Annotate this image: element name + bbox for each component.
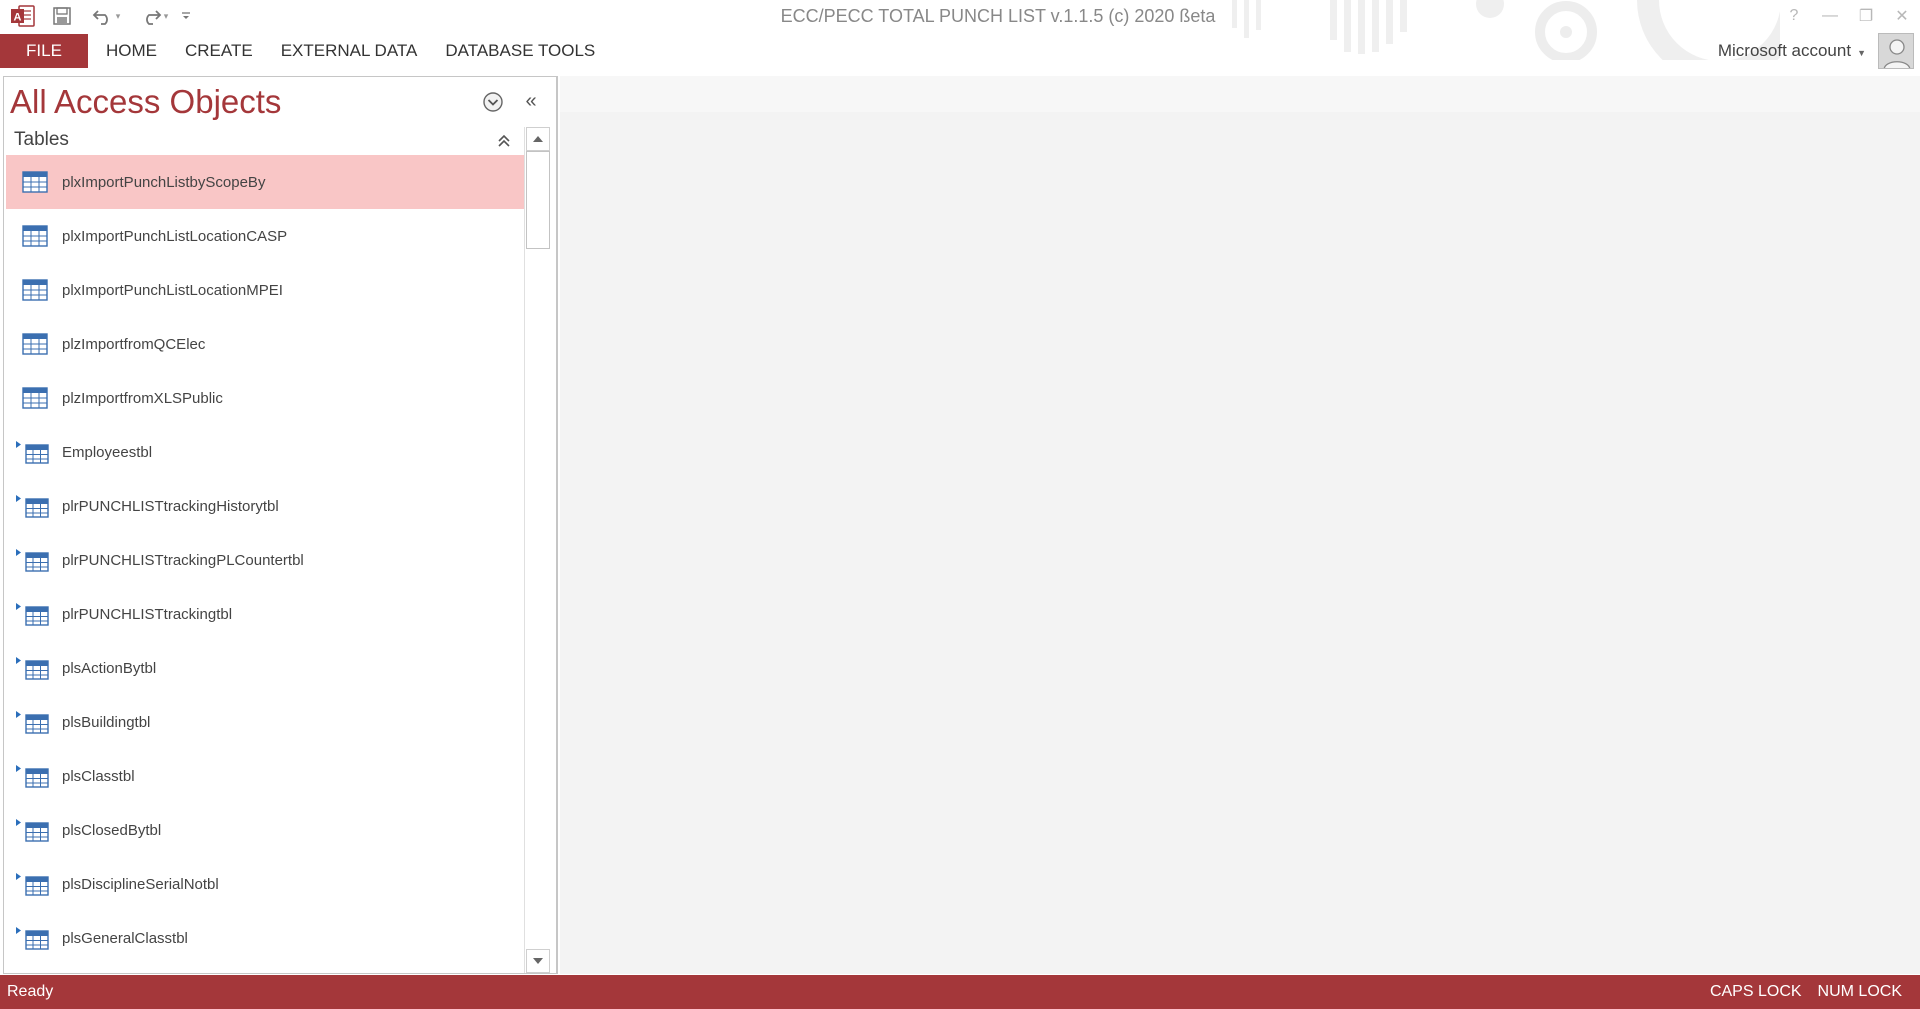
- linked-table-icon: [16, 657, 49, 680]
- chevron-down-icon: ▼: [1857, 48, 1866, 58]
- nav-item-label: plxImportPunchListLocationMPEI: [62, 281, 283, 299]
- tab-external-data[interactable]: EXTERNAL DATA: [267, 34, 432, 68]
- redo-button[interactable]: ▾: [134, 0, 174, 32]
- nav-item[interactable]: plxImportPunchListbyScopeBy: [6, 155, 524, 209]
- caps-lock-indicator: CAPS LOCK: [1709, 983, 1802, 1000]
- tab-file[interactable]: FILE: [0, 34, 88, 68]
- nav-item[interactable]: plsClasstbl: [6, 749, 524, 803]
- nav-object-list: plxImportPunchListbyScopeBy plxImportPunc…: [6, 155, 524, 973]
- account-label: Microsoft account: [1717, 41, 1852, 60]
- navigation-pane: All Access Objects « Tables plxImportPun…: [3, 76, 558, 974]
- chevron-down-circle-icon: [483, 92, 503, 112]
- nav-item[interactable]: plrPUNCHLISTtrackingHistorytbl: [6, 479, 524, 533]
- close-button[interactable]: ✕: [1884, 0, 1920, 32]
- nav-pane-menu-button[interactable]: [482, 91, 504, 113]
- nav-item-label: plxImportPunchListLocationCASP: [62, 227, 288, 245]
- nav-item-label: plrPUNCHLISTtrackingtbl: [62, 605, 233, 623]
- scroll-up-button[interactable]: [526, 127, 550, 151]
- num-lock-indicator: NUM LOCK: [1817, 983, 1902, 1000]
- document-workspace: [560, 76, 1920, 974]
- table-icon: [22, 171, 48, 193]
- tab-create[interactable]: CREATE: [171, 34, 267, 68]
- scrollbar-thumb[interactable]: [526, 151, 550, 249]
- tab-home[interactable]: HOME: [92, 34, 171, 68]
- avatar[interactable]: [1878, 33, 1914, 69]
- customize-icon: [182, 12, 190, 19]
- nav-item-label: plrPUNCHLISTtrackingPLCountertbl: [62, 551, 304, 569]
- nav-item[interactable]: plzImportfromQCElec: [6, 317, 524, 371]
- title-bar: A ▾ ▾ ECC/PECC TOTAL PUNCH LIST v.1.1.5 …: [0, 0, 1920, 60]
- shutter-bar-close-button[interactable]: «: [520, 89, 542, 113]
- nav-item-label: plxImportPunchListbyScopeBy: [62, 173, 266, 191]
- linked-table-icon: [16, 603, 49, 626]
- scroll-down-button[interactable]: [526, 949, 550, 973]
- nav-item[interactable]: plsClosedBytbl: [6, 803, 524, 857]
- nav-item-label: Employeestbl: [62, 443, 153, 461]
- nav-item[interactable]: plsActionBytbl: [6, 641, 524, 695]
- double-chevron-left-icon: «: [525, 90, 537, 112]
- group-header-tables[interactable]: Tables: [4, 127, 524, 155]
- undo-icon: [92, 10, 108, 25]
- ribbon-tabs: FILE HOME CREATE EXTERNAL DATA DATABASE …: [0, 34, 1920, 68]
- nav-item-label: plsActionBytbl: [62, 659, 157, 677]
- quick-access-toolbar: A ▾ ▾: [0, 0, 194, 32]
- linked-table-icon: [16, 819, 49, 842]
- chevron-down-icon: ▾: [115, 10, 121, 21]
- nav-item[interactable]: plxImportPunchListLocationCASP: [6, 209, 524, 263]
- arrow-up-icon: [533, 136, 543, 142]
- linked-table-icon: [16, 441, 49, 464]
- window-controls: ? — ❐ ✕: [1776, 0, 1920, 32]
- workspace-top-strip: [560, 76, 1920, 112]
- undo-button[interactable]: ▾: [86, 0, 126, 32]
- account-menu[interactable]: Microsoft account ▼: [1718, 34, 1866, 68]
- nav-item-label: plsDisciplineSerialNotbl: [62, 875, 219, 893]
- save-button[interactable]: [48, 0, 76, 32]
- group-label: Tables: [14, 129, 69, 150]
- nav-item-label: plsGeneralClasstbl: [62, 929, 188, 947]
- table-icon: [22, 279, 48, 301]
- status-bar: Ready CAPS LOCK NUM LOCK: [0, 975, 1920, 1009]
- restore-button[interactable]: ❐: [1848, 0, 1884, 32]
- table-icon: [22, 387, 48, 409]
- double-chevron-up-icon[interactable]: [494, 131, 514, 151]
- tab-database-tools[interactable]: DATABASE TOOLS: [431, 34, 609, 68]
- linked-table-icon: [16, 873, 49, 896]
- nav-scrollbar[interactable]: [524, 127, 550, 973]
- svg-text:A: A: [14, 12, 22, 24]
- access-app-icon[interactable]: A: [8, 0, 38, 32]
- user-icon: [1883, 39, 1911, 68]
- nav-item[interactable]: plsGeneralClasstbl: [6, 911, 524, 965]
- nav-item[interactable]: plzImportfromXLSPublic: [6, 371, 524, 425]
- nav-item-label: plzImportfromXLSPublic: [62, 389, 223, 407]
- linked-table-icon: [16, 495, 49, 518]
- nav-item-label: plsBuildingtbl: [62, 713, 151, 731]
- help-button[interactable]: ?: [1776, 0, 1812, 32]
- minimize-button[interactable]: —: [1812, 0, 1848, 32]
- nav-item[interactable]: plrPUNCHLISTtrackingtbl: [6, 587, 524, 641]
- linked-table-icon: [16, 711, 49, 734]
- table-icon: [22, 333, 48, 355]
- customize-toolbar-button[interactable]: [178, 0, 194, 32]
- linked-table-icon: [16, 927, 49, 950]
- nav-item[interactable]: plsBuildingtbl: [6, 695, 524, 749]
- nav-pane-title[interactable]: All Access Objects: [10, 83, 281, 121]
- nav-item[interactable]: plrPUNCHLISTtrackingPLCountertbl: [6, 533, 524, 587]
- nav-item-label: plsClosedBytbl: [62, 821, 162, 839]
- nav-item-label: plzImportfromQCElec: [62, 335, 206, 353]
- arrow-down-icon: [533, 958, 543, 964]
- status-text: Ready: [7, 983, 54, 1000]
- linked-table-icon: [16, 549, 49, 572]
- table-icon: [22, 225, 48, 247]
- nav-item-label: plrPUNCHLISTtrackingHistorytbl: [62, 497, 279, 515]
- linked-table-icon: [16, 765, 49, 788]
- nav-item[interactable]: plsDisciplineSerialNotbl: [6, 857, 524, 911]
- redo-icon: [145, 10, 162, 25]
- save-icon: [53, 7, 71, 25]
- nav-item[interactable]: plxImportPunchListLocationMPEI: [6, 263, 524, 317]
- nav-item[interactable]: Employeestbl: [6, 425, 524, 479]
- chevron-down-icon: ▾: [163, 10, 169, 21]
- nav-item-label: plsClasstbl: [62, 767, 135, 785]
